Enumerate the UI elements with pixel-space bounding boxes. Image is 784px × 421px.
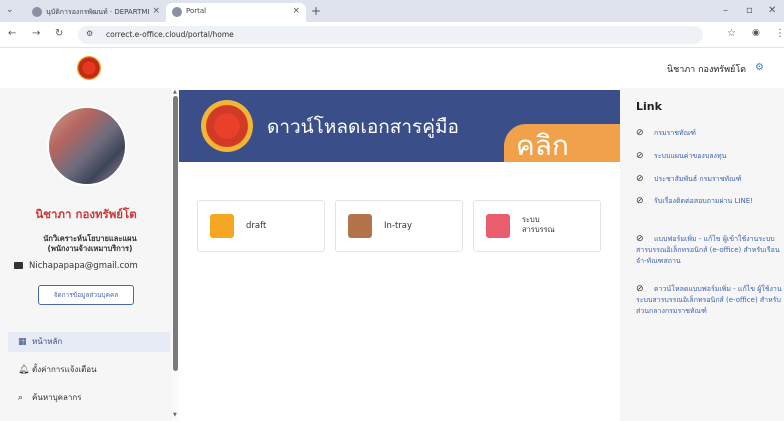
card-label: ระบบ สารบรรณ (522, 215, 555, 235)
manage-profile-button[interactable]: จัดการข้อมูลส่วนบุคคล (38, 285, 134, 305)
maximize-icon[interactable]: ▫ (746, 5, 753, 16)
department-seal (201, 100, 253, 152)
sidebar-item-label: ตั้งค่าการแจ้งเตือน (32, 365, 97, 374)
card-label-line: ระบบ (522, 215, 540, 224)
tab-title: Portal (186, 7, 207, 15)
browser-menu-icon[interactable]: ⋮ (775, 28, 784, 39)
grid-icon: ▦ (18, 337, 27, 347)
email-text: Nichapapapa@gmail.com (29, 261, 138, 271)
window-close-icon[interactable]: ✕ (768, 5, 776, 16)
link-icon: ⊘ (636, 234, 644, 244)
link-item[interactable]: ⊘ ประชาสัมพันธ์ กรมราชทัณฑ์ (636, 174, 782, 185)
card-label: In-tray (384, 221, 413, 231)
link-text[interactable]: รับเรื่องติดต่อสอบถามผ่าน LINE! (654, 197, 753, 205)
document-system-card[interactable]: ระบบ สารบรรณ (473, 200, 601, 252)
tab-title: นุบัดิการองกรพัฒนท์ · DEPARTMI (46, 8, 150, 16)
bell-icon: 🔔︎ (18, 365, 30, 375)
sidebar-item-label: ค้นหาบุคลากร (32, 393, 82, 402)
link-text[interactable]: แบบฟอร์มเพิ่ม - แก้ไข ผู้เข้าใช้งานระบบส… (636, 235, 780, 265)
department-logo[interactable] (77, 56, 101, 80)
link-icon: ⊘ (636, 284, 644, 294)
link-text[interactable]: ระบบแผนค่าของบลงทุน (654, 152, 726, 160)
draft-icon (210, 214, 234, 238)
link-item[interactable]: ⊘ กรมราชทัณฑ์ (636, 128, 782, 139)
profile-role: นักวิเคราะห์นโยบายและแผน (พนักงานจ้างเหม… (8, 234, 172, 254)
link-text[interactable]: กรมราชทัณฑ์ (654, 129, 696, 137)
avatar (47, 106, 127, 186)
tab-close-icon[interactable]: × (152, 6, 160, 16)
link-item[interactable]: ⊘ รับเรื่องติดต่อสอบถามผ่าน LINE! (636, 196, 782, 207)
link-text[interactable]: ประชาสัมพันธ์ กรมราชทัณฑ์ (654, 175, 741, 183)
tab-close-icon[interactable]: × (292, 6, 300, 16)
sidebar-item-home[interactable]: ▦ หน้าหลัก (8, 332, 170, 352)
minimize-icon[interactable]: – (723, 5, 728, 16)
link-item[interactable]: ⊘ ระบบแผนค่าของบลงทุน (636, 151, 782, 162)
extension-icon[interactable]: ◉ (752, 28, 760, 38)
left-sidebar: นิชาภา กองทรัพย์โต นักวิเคราะห์นโยบายและ… (0, 88, 172, 421)
link-icon: ⊘ (636, 128, 644, 138)
new-tab-plus-icon[interactable]: + (311, 4, 321, 18)
links-title: Link (636, 100, 662, 113)
header-user-name[interactable]: นิชาภา กองทรัพย์โต (667, 62, 746, 76)
banner-click-button[interactable]: คลิก (504, 124, 620, 162)
manual-download-banner[interactable]: ดาวน์โหลดเอกสารคู่มือ คลิก (179, 90, 620, 162)
document-icon (486, 214, 510, 238)
mail-icon (14, 262, 23, 269)
bookmark-star-icon[interactable]: ☆ (727, 28, 736, 39)
link-text[interactable]: ดาวน์โหลดแบบฟอร์มเพิ่ม - แก้ไข ผู้ใช้งาน… (636, 285, 782, 315)
banner-title: ดาวน์โหลดเอกสารคู่มือ (267, 116, 459, 138)
in-tray-icon (348, 214, 372, 238)
sidebar-item-label: หน้าหลัก (32, 337, 63, 346)
scroll-down-icon[interactable]: ▼ (173, 412, 177, 418)
tab-favicon-icon (32, 7, 42, 17)
banner-click-label: คลิก (516, 129, 569, 162)
app-header: นิชาภา กองทรัพย์โต ⚙ (0, 48, 784, 88)
card-label-line: สารบรรณ (522, 225, 555, 234)
profile-name: นิชาภา กองทรัพย์โต (35, 207, 137, 221)
link-icon: ⊘ (636, 174, 644, 184)
links-panel: Link ⊘ กรมราชทัณฑ์ ⊘ ระบบแผนค่าของบลงทุน ⊘… (620, 88, 784, 421)
draft-card[interactable]: draft (197, 200, 325, 252)
sidebar-scrollbar-thumb[interactable] (173, 96, 178, 371)
scroll-up-icon[interactable]: ▲ (173, 89, 177, 95)
tab-search-chevron-icon[interactable]: ⌄ (6, 5, 14, 15)
site-info-icon[interactable]: ⚙ (86, 29, 93, 38)
profile-email: Nichapapapa@gmail.com (14, 261, 138, 271)
search-icon: ⌕ (18, 393, 24, 403)
browser-tab-active[interactable]: Portal × (166, 3, 306, 22)
tab-favicon-icon (172, 7, 182, 17)
back-arrow-icon[interactable]: ← (8, 28, 16, 39)
settings-gear-icon[interactable]: ⚙ (755, 62, 764, 73)
in-tray-card[interactable]: In-tray (335, 200, 463, 252)
forward-arrow-icon[interactable]: → (32, 28, 40, 39)
profile-role-line: นักวิเคราะห์นโยบายและแผน (43, 234, 137, 243)
browser-tab-inactive[interactable]: นุบัดิการองกรพัฒนท์ · DEPARTMI × (26, 3, 166, 22)
reload-icon[interactable]: ↻ (55, 28, 63, 39)
link-icon: ⊘ (636, 151, 644, 161)
card-label: draft (246, 221, 267, 231)
profile-role-line: (พนักงานจ้างเหมาบริการ) (47, 244, 133, 253)
sidebar-item-search-staff[interactable]: ⌕ ค้นหาบุคลากร (8, 388, 170, 408)
main-content: ดาวน์โหลดเอกสารคู่มือ คลิก draft In-tray… (179, 88, 620, 421)
link-item[interactable]: ⊘ ดาวน์โหลดแบบฟอร์มเพิ่ม - แก้ไข ผู้ใช้งา… (636, 284, 782, 317)
sidebar-item-notifications[interactable]: 🔔︎ ตั้งค่าการแจ้งเตือน (8, 360, 170, 380)
browser-tab-bar: ⌄ นุบัดิการองกรพัฒนท์ · DEPARTMI × Porta… (0, 0, 784, 22)
link-item[interactable]: ⊘ แบบฟอร์มเพิ่ม - แก้ไข ผู้เข้าใช้งานระบบ… (636, 234, 782, 267)
url-text: correct.e-office.cloud/portal/home (106, 30, 234, 39)
url-omnibox[interactable]: ⚙ correct.e-office.cloud/portal/home (78, 26, 703, 44)
browser-address-bar: ← → ↻ ⚙ correct.e-office.cloud/portal/ho… (0, 22, 784, 48)
link-icon: ⊘ (636, 196, 644, 206)
